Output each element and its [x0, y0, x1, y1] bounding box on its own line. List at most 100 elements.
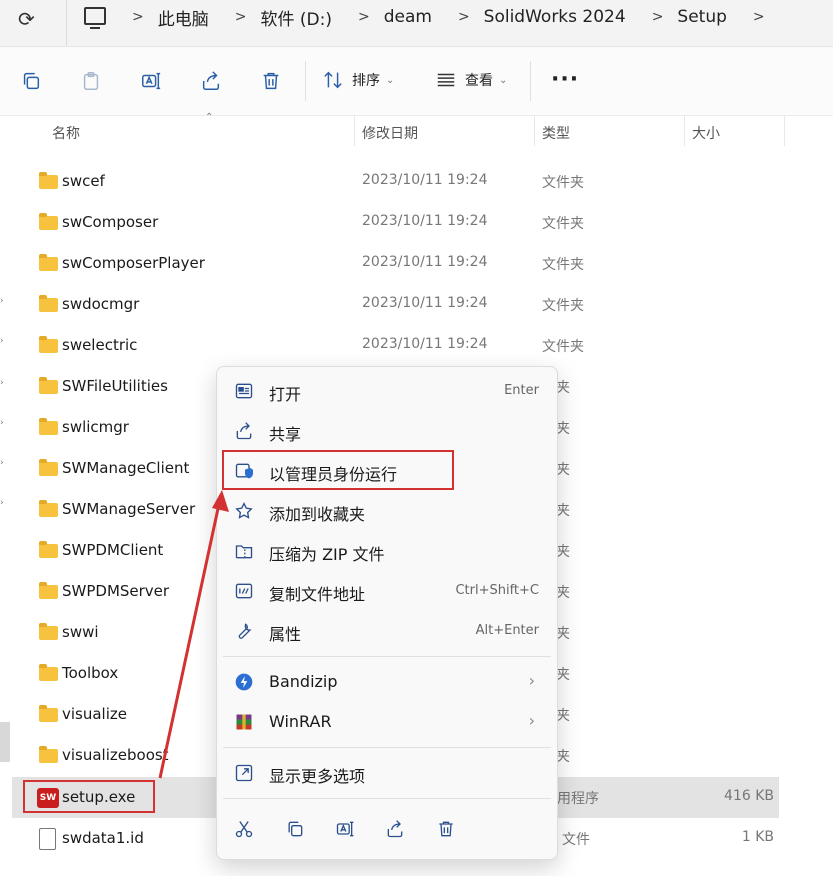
menu-item-label: WinRAR [269, 712, 332, 731]
menu-item-open[interactable]: 打开 Enter [223, 372, 551, 410]
nav-expander-icon[interactable]: › [0, 498, 6, 508]
column-divider[interactable] [784, 116, 785, 146]
file-type: 文件夹 [542, 339, 584, 355]
copy-icon[interactable] [283, 817, 307, 841]
copy-icon[interactable] [17, 67, 45, 95]
chevron-down-icon: ⌄ [499, 74, 508, 86]
sort-ascending-icon: ⌃ [205, 112, 214, 123]
file-date: 2023/10/11 19:24 [362, 254, 488, 270]
breadcrumb-item[interactable]: 此电脑 [158, 5, 209, 30]
menu-item-bandizip[interactable]: Bandizip › [223, 663, 551, 701]
refresh-icon[interactable]: ⟳ [18, 7, 35, 31]
chevron-right-icon[interactable]: > [235, 9, 247, 25]
file-name: swdata1.id [62, 829, 144, 847]
sort-icon [324, 71, 342, 89]
table-row[interactable]: swcef 2023/10/11 19:24 文件夹 [12, 161, 812, 202]
menu-item-add-to-favorites[interactable]: 添加到收藏夹 [223, 492, 551, 530]
nav-selection-marker [0, 722, 10, 762]
menu-item-shortcut: Alt+Enter [475, 623, 539, 638]
winrar-icon [233, 711, 255, 733]
sort-button[interactable]: 排序 ⌄ [322, 69, 394, 91]
paste-icon[interactable] [77, 67, 105, 95]
column-name[interactable]: 名称 [52, 123, 80, 143]
file-name: visualizeboost [62, 746, 169, 764]
file-name: visualize [62, 705, 127, 723]
breadcrumb-item[interactable]: 软件 (D:) [260, 5, 332, 30]
more-options-icon[interactable]: ··· [551, 67, 579, 92]
folder-icon [39, 705, 58, 722]
menu-item-properties[interactable]: 属性 Alt+Enter [223, 612, 551, 650]
nav-expander-icon[interactable]: › [0, 418, 6, 428]
table-row[interactable]: swelectric 2023/10/11 19:24 文件夹 [12, 325, 812, 366]
file-name: swlicmgr [62, 418, 129, 436]
menu-item-winrar[interactable]: WinRAR › [223, 703, 551, 741]
open-icon [233, 380, 255, 402]
nav-expander-icon[interactable]: › [0, 296, 6, 306]
file-type: 文件 [562, 832, 590, 848]
file-type: 文件夹 [542, 175, 584, 191]
file-name: SWPDMClient [62, 541, 164, 559]
rename-icon[interactable] [137, 67, 165, 95]
chevron-right-icon[interactable]: > [132, 9, 144, 25]
view-list-icon [437, 73, 455, 87]
folder-icon [39, 295, 58, 312]
folder-icon [39, 582, 58, 599]
view-button[interactable]: 查看 ⌄ [435, 69, 507, 91]
file-name: SWManageClient [62, 459, 190, 477]
menu-item-label: Bandizip [269, 672, 338, 691]
star-icon [233, 500, 255, 522]
delete-icon[interactable] [434, 817, 458, 841]
menu-divider [223, 798, 551, 799]
breadcrumb-item[interactable]: Setup [677, 7, 726, 27]
breadcrumb-item[interactable]: SolidWorks 2024 [484, 7, 626, 27]
menu-item-compress-zip[interactable]: 压缩为 ZIP 文件 [223, 532, 551, 570]
chevron-right-icon[interactable]: > [358, 9, 370, 25]
nav-expander-icon[interactable]: › [0, 378, 6, 388]
file-name: swcef [62, 172, 105, 190]
delete-icon[interactable] [257, 67, 285, 95]
file-icon [39, 828, 56, 850]
breadcrumb-item[interactable]: deam [384, 7, 432, 27]
chevron-right-icon: › [528, 711, 535, 730]
share-icon[interactable] [197, 67, 225, 95]
menu-item-label: 添加到收藏夹 [269, 505, 366, 524]
table-row[interactable]: swdocmgr 2023/10/11 19:24 文件夹 [12, 284, 812, 325]
menu-divider [223, 747, 551, 748]
file-size: 1 KB [741, 829, 774, 845]
column-type[interactable]: 类型 [542, 123, 570, 143]
menu-item-shortcut: Ctrl+Shift+C [455, 583, 539, 598]
table-row[interactable]: swComposerPlayer 2023/10/11 19:24 文件夹 [12, 243, 812, 284]
chevron-down-icon: ⌄ [386, 74, 395, 86]
table-row[interactable]: swComposer 2023/10/11 19:24 文件夹 [12, 202, 812, 243]
file-name: swwi [62, 623, 99, 641]
view-label: 查看 [465, 73, 493, 89]
menu-item-label: 复制文件地址 [269, 585, 366, 604]
file-date: 2023/10/11 19:24 [362, 295, 488, 311]
folder-icon [39, 336, 58, 353]
menu-item-share[interactable]: 共享 [223, 412, 551, 450]
column-size[interactable]: 大小 [692, 123, 720, 143]
breadcrumb-pc[interactable] [84, 7, 106, 29]
sort-label: 排序 [352, 73, 380, 89]
share-icon[interactable] [383, 817, 407, 841]
column-divider[interactable] [534, 116, 535, 146]
toolbar-divider [530, 61, 531, 101]
file-date: 2023/10/11 19:24 [362, 213, 488, 229]
folder-icon [39, 377, 58, 394]
cut-icon[interactable] [232, 817, 256, 841]
chevron-right-icon[interactable]: > [652, 9, 664, 25]
chevron-right-icon[interactable]: > [753, 9, 765, 25]
nav-expander-icon[interactable]: › [0, 458, 6, 468]
menu-item-shortcut: Enter [504, 383, 539, 398]
file-type: 用程序 [557, 791, 599, 807]
menu-item-show-more-options[interactable]: 显示更多选项 [223, 754, 551, 792]
file-name: swdocmgr [62, 295, 140, 313]
folder-icon [39, 459, 58, 476]
column-divider[interactable] [354, 116, 355, 146]
column-date[interactable]: 修改日期 [362, 123, 418, 143]
menu-item-copy-path[interactable]: 复制文件地址 Ctrl+Shift+C [223, 572, 551, 610]
nav-expander-icon[interactable]: › [0, 336, 6, 346]
chevron-right-icon[interactable]: > [458, 9, 470, 25]
column-divider[interactable] [684, 116, 685, 146]
rename-icon[interactable] [333, 817, 357, 841]
